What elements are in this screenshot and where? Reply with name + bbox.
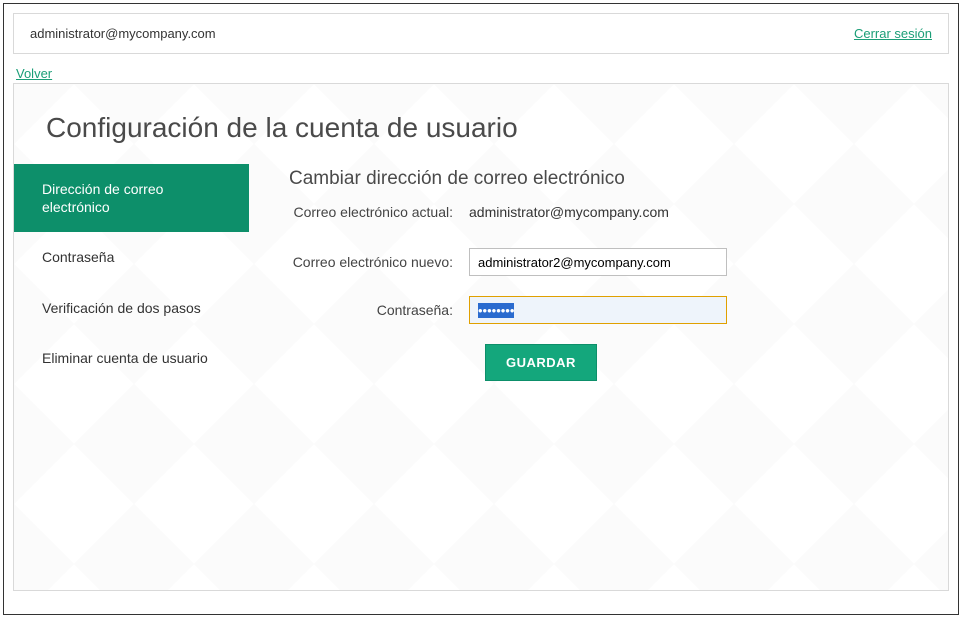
password-input[interactable] xyxy=(469,296,727,324)
main-panel: Configuración de la cuenta de usuario Di… xyxy=(13,83,949,591)
back-link[interactable]: Volver xyxy=(16,66,52,81)
new-email-label: Correo electrónico nuevo: xyxy=(289,254,469,270)
password-label: Contraseña: xyxy=(289,302,469,318)
current-email-value: administrator@mycompany.com xyxy=(469,204,669,220)
form-title: Cambiar dirección de correo electrónico xyxy=(289,168,928,190)
logout-link[interactable]: Cerrar sesión xyxy=(854,26,932,41)
sidebar-item-delete-account[interactable]: Eliminar cuenta de usuario xyxy=(14,333,249,383)
new-email-input[interactable] xyxy=(469,248,727,276)
settings-sidebar: Dirección de correo electrónico Contrase… xyxy=(14,164,249,383)
sidebar-item-password[interactable]: Contraseña xyxy=(14,232,249,282)
page-title: Configuración de la cuenta de usuario xyxy=(14,84,948,164)
current-email-label: Correo electrónico actual: xyxy=(289,204,469,220)
sidebar-item-email[interactable]: Dirección de correo electrónico xyxy=(14,164,249,232)
change-email-form: Cambiar dirección de correo electrónico … xyxy=(249,164,948,383)
top-bar: administrator@mycompany.com Cerrar sesió… xyxy=(13,13,949,54)
current-user-email: administrator@mycompany.com xyxy=(30,26,216,41)
sidebar-item-two-step[interactable]: Verificación de dos pasos xyxy=(14,283,249,333)
save-button[interactable]: GUARDAR xyxy=(485,344,597,381)
